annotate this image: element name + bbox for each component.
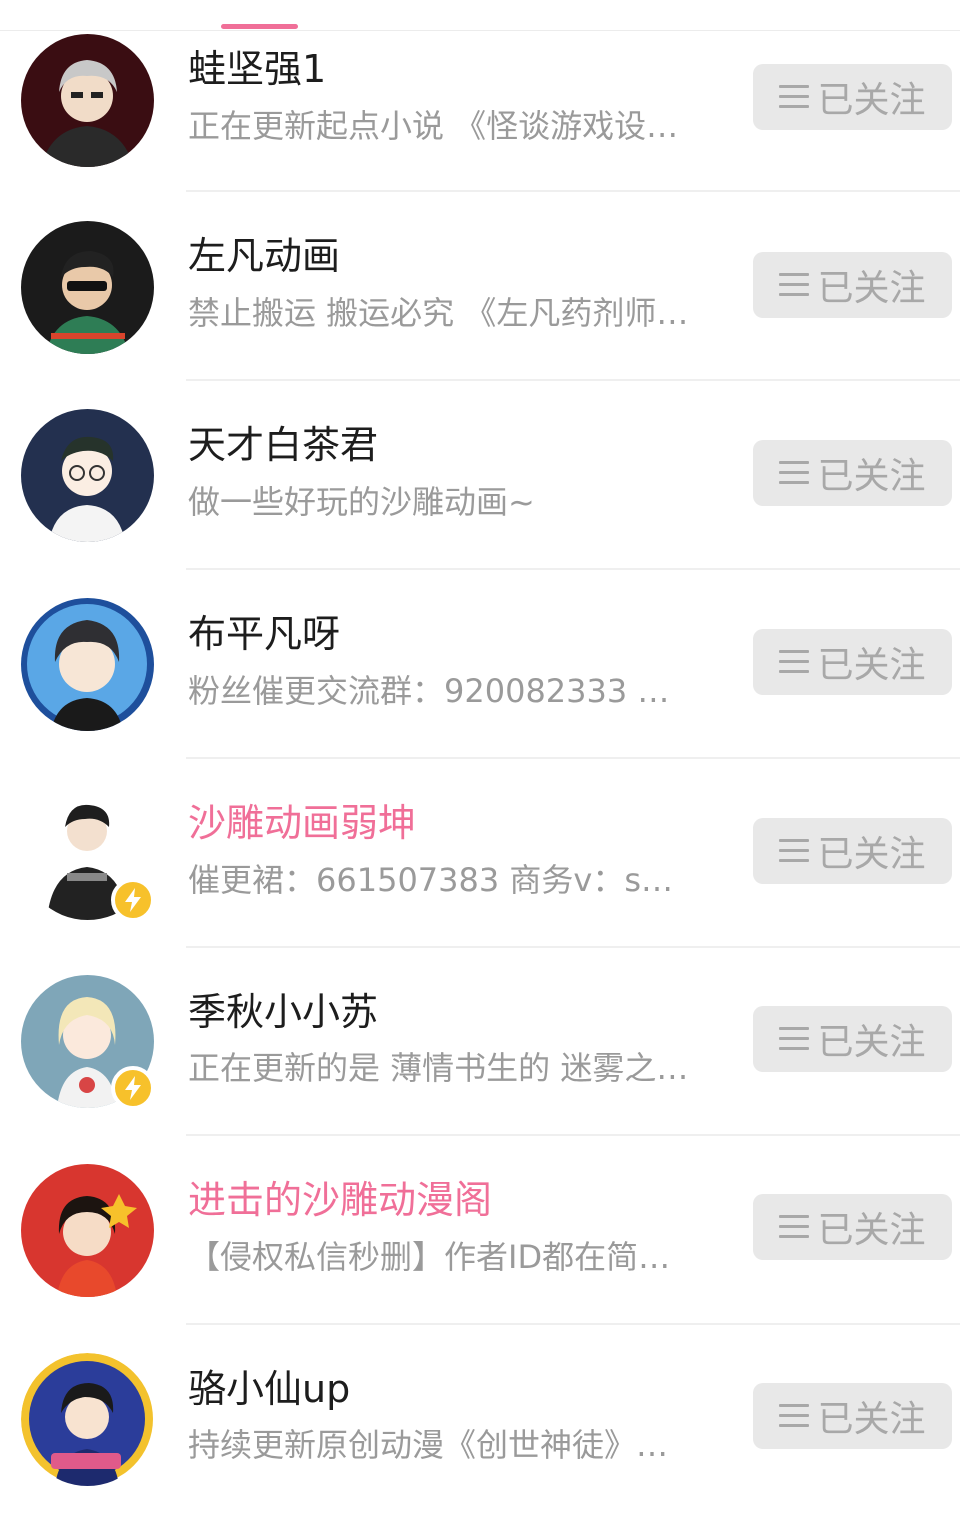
user-description: 做一些好玩的沙雕动画~ xyxy=(188,483,535,521)
followed-label: 已关注 xyxy=(817,834,926,875)
list-item[interactable]: 沙雕动画弱坤 催更裙：661507383 商务v：sdr… 已关注 xyxy=(0,759,960,947)
followed-button[interactable]: 已关注 xyxy=(753,1194,952,1260)
avatar[interactable] xyxy=(21,34,154,167)
list-item[interactable]: 天才白茶君 做一些好玩的沙雕动画~ 已关注 xyxy=(0,381,960,569)
followed-label: 已关注 xyxy=(817,268,926,309)
user-description: 持续更新原创动漫《创世神徒》… xyxy=(188,1426,669,1464)
avatar[interactable] xyxy=(21,598,154,731)
list-item[interactable]: 季秋小小苏 正在更新的是 薄情书生的 迷雾之… 已关注 xyxy=(0,948,960,1136)
user-name[interactable]: 季秋小小苏 xyxy=(188,990,378,1034)
followed-button[interactable]: 已关注 xyxy=(753,1383,952,1449)
list-item[interactable]: 蛙坚强1 正在更新起点小说 《怪谈游戏设… 已关注 xyxy=(0,3,960,191)
followed-label: 已关注 xyxy=(817,1022,926,1063)
followed-label: 已关注 xyxy=(817,1210,926,1251)
user-description: 粉丝催更交流群：920082333 个… xyxy=(188,672,693,710)
followed-button[interactable]: 已关注 xyxy=(753,252,952,318)
followed-button[interactable]: 已关注 xyxy=(753,64,952,130)
user-description: 【侵权私信秒删】作者ID都在简… xyxy=(188,1238,671,1276)
followed-label: 已关注 xyxy=(817,80,926,121)
followed-button[interactable]: 已关注 xyxy=(753,629,952,695)
avatar[interactable] xyxy=(21,1353,154,1486)
followed-button[interactable]: 已关注 xyxy=(753,1006,952,1072)
followed-label: 已关注 xyxy=(817,456,926,497)
followed-button[interactable]: 已关注 xyxy=(753,818,952,884)
list-item[interactable]: 左凡动画 禁止搬运 搬运必究 《左凡药剂师… 已关注 xyxy=(0,192,960,380)
followed-label: 已关注 xyxy=(817,645,926,686)
user-name[interactable]: 左凡动画 xyxy=(188,234,340,278)
user-description: 禁止搬运 搬运必究 《左凡药剂师… xyxy=(188,294,689,332)
user-name[interactable]: 进击的沙雕动漫阁 xyxy=(188,1178,492,1222)
user-description: 催更裙：661507383 商务v：sdr… xyxy=(188,861,693,899)
avatar[interactable] xyxy=(21,409,154,542)
menu-icon xyxy=(779,1026,810,1052)
list-item[interactable]: 进击的沙雕动漫阁 【侵权私信秒删】作者ID都在简… 已关注 xyxy=(0,1136,960,1324)
lightning-badge-icon xyxy=(111,1066,155,1110)
avatar[interactable] xyxy=(21,221,154,354)
menu-icon xyxy=(779,1214,810,1240)
user-name[interactable]: 布平凡呀 xyxy=(188,612,340,656)
user-description: 正在更新起点小说 《怪谈游戏设… xyxy=(188,107,679,145)
menu-icon xyxy=(779,272,810,298)
user-description: 正在更新的是 薄情书生的 迷雾之… xyxy=(188,1049,689,1087)
user-name[interactable]: 沙雕动画弱坤 xyxy=(188,801,416,845)
avatar[interactable] xyxy=(21,1164,154,1297)
menu-icon xyxy=(779,649,810,675)
menu-icon xyxy=(779,84,810,110)
menu-icon xyxy=(779,838,810,864)
user-name[interactable]: 骆小仙up xyxy=(188,1367,350,1411)
followed-button[interactable]: 已关注 xyxy=(753,440,952,506)
lightning-badge-icon xyxy=(111,878,155,922)
list-item[interactable]: 布平凡呀 粉丝催更交流群：920082333 个… 已关注 xyxy=(0,570,960,758)
user-name[interactable]: 天才白茶君 xyxy=(188,423,378,467)
menu-icon xyxy=(779,1403,810,1429)
list-item[interactable]: 骆小仙up 持续更新原创动漫《创世神徒》… 已关注 xyxy=(0,1325,960,1513)
followed-label: 已关注 xyxy=(817,1399,926,1440)
user-name[interactable]: 蛙坚强1 xyxy=(188,47,326,91)
menu-icon xyxy=(779,460,810,486)
